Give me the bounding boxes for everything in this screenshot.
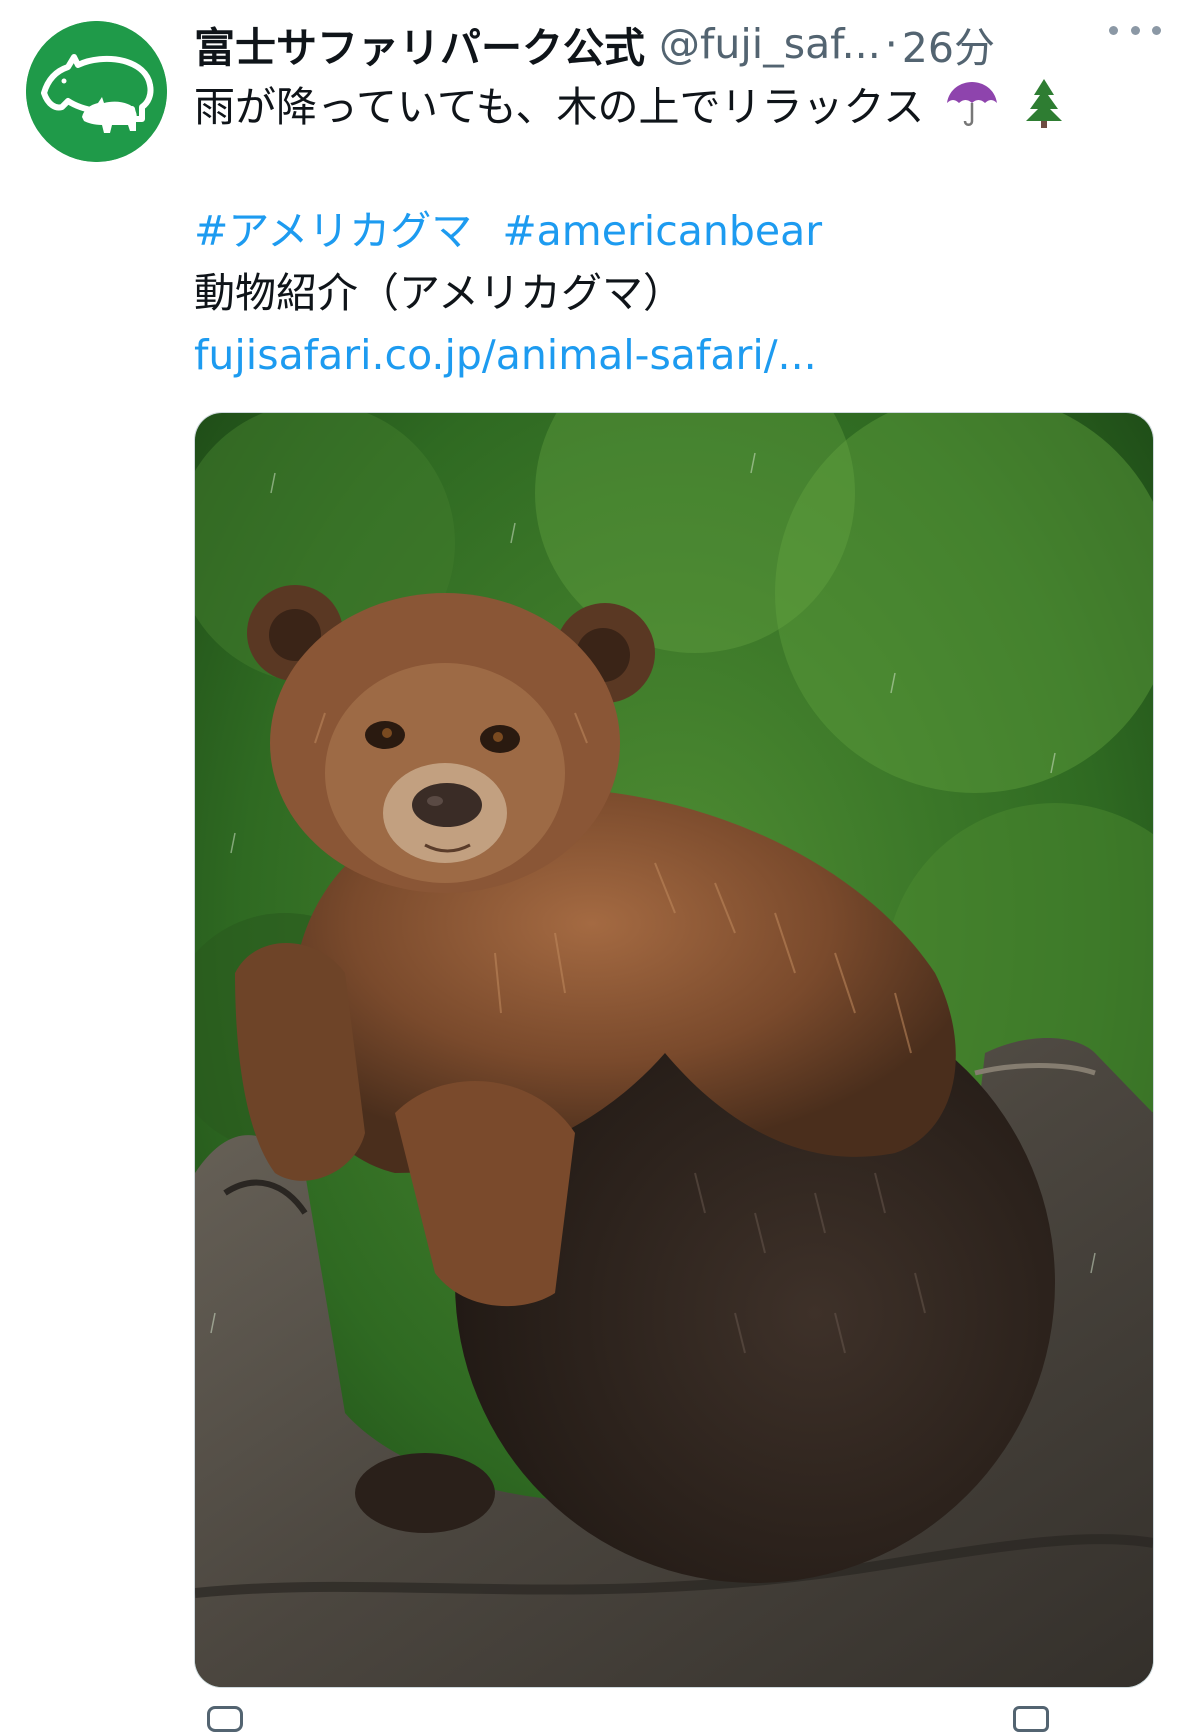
tweet-text-line: 動物紹介（アメリカグマ） [194,269,684,317]
tweet[interactable]: 富士サファリパーク公式 @fuji_saf... · 26分 雨が降っていても、… [0,0,1179,1732]
more-options-button[interactable] [1109,10,1161,50]
more-dot [1152,25,1161,35]
share-icon[interactable] [1013,1706,1049,1732]
display-name[interactable]: 富士サファリパーク公式 [194,14,645,74]
tweet-header: 富士サファリパーク公式 @fuji_saf... · 26分 [194,14,1154,74]
tweet-text-main: 雨が降っていても、木の上でリラックス [194,83,925,131]
tweet-text-line: 雨が降っていても、木の上でリラックス [194,76,1154,138]
external-link[interactable]: fujisafari.co.jp/animal-safari/... [194,331,817,379]
hashtag-link[interactable]: #americanbear [502,207,822,255]
umbrella-icon [947,82,998,126]
tweet-actions [0,1702,1179,1732]
more-horizontal-icon [1109,25,1118,35]
separator-dot: · [884,20,898,68]
user-handle[interactable]: @fuji_saf... [659,20,881,68]
hashtag-link[interactable]: #アメリカグマ [194,207,472,255]
safari-logo-icon [26,21,167,162]
tweet-photo[interactable] [194,412,1154,1688]
more-dot [1130,25,1140,35]
link-line: fujisafari.co.jp/animal-safari/... [194,324,1154,386]
reply-icon[interactable] [207,1706,243,1732]
hashtag-line: #アメリカグマ #americanbear [194,200,1154,262]
avatar[interactable] [26,21,167,162]
evergreen-tree-icon [1026,79,1063,128]
timestamp[interactable]: 26分 [902,14,995,74]
tweet-text: 雨が降っていても、木の上でリラックス #アメリカグマ #americanbear … [194,76,1154,386]
bear-photo [195,413,1153,1687]
